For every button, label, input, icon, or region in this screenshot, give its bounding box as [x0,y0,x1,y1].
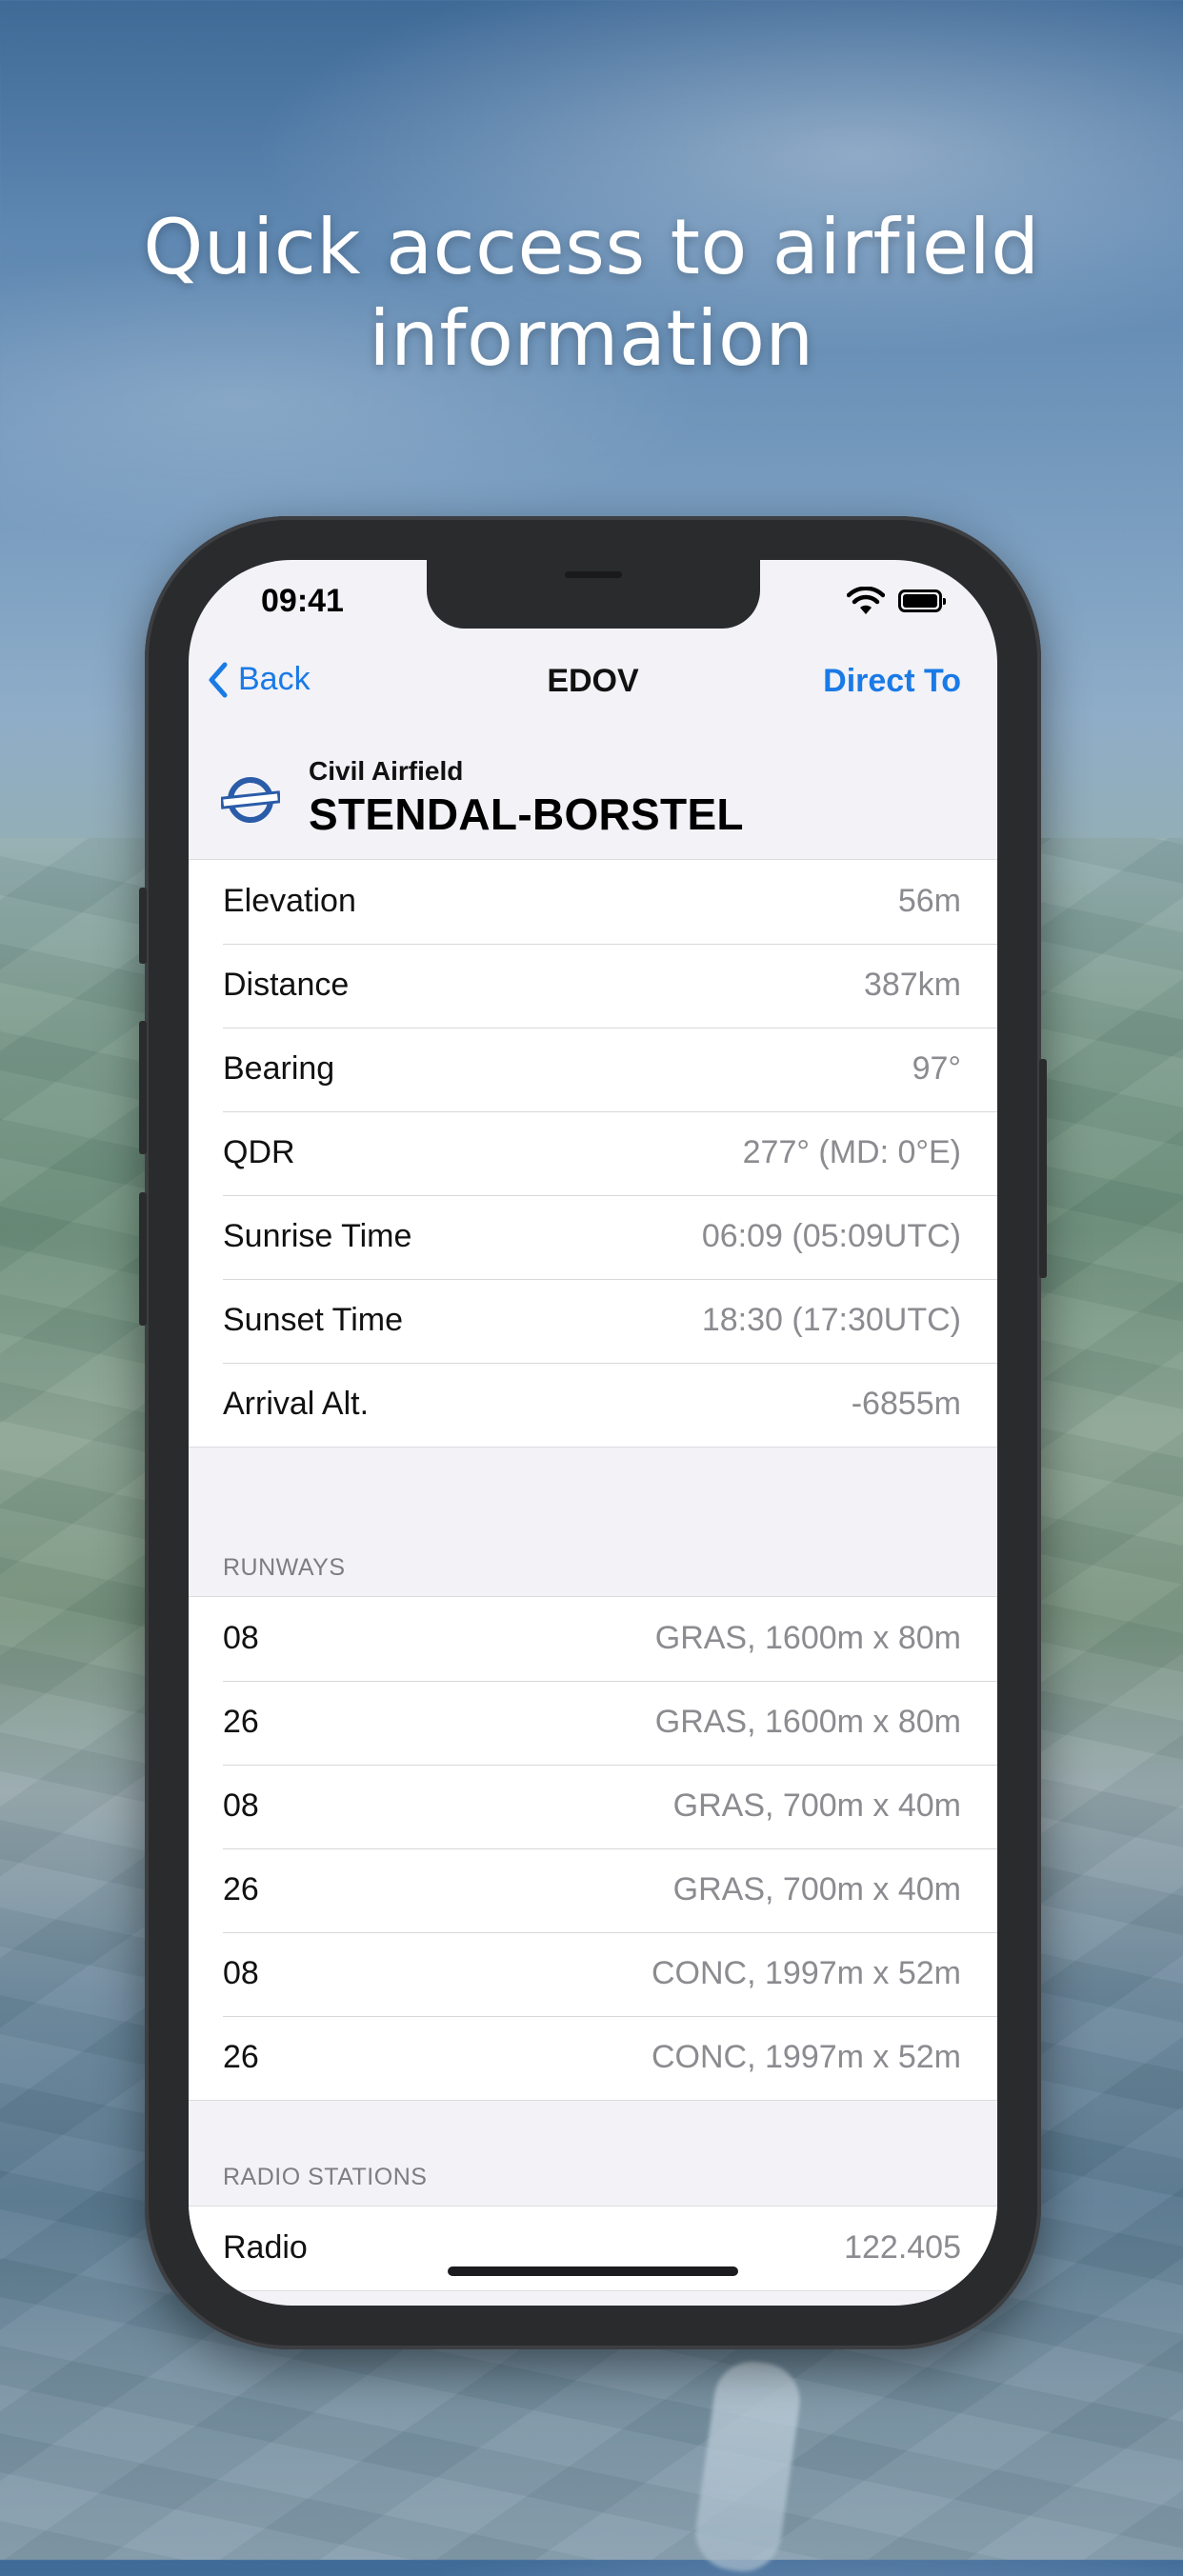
runway-designator: 08 [223,1787,259,1824]
airfield-category: Civil Airfield [309,756,464,786]
phone-frame: 09:41 Back EDOV Direct To Civil Airfield… [139,516,1047,2349]
headline: Quick access to airfield information [0,202,1183,385]
runway-details: GRAS, 700m x 40m [672,1871,961,1907]
runway-row[interactable]: 26 GRAS, 700m x 40m [189,1848,997,1932]
info-label: Elevation [223,883,356,919]
side-button [1039,1059,1047,1278]
info-label: Distance [223,967,350,1003]
info-value: -6855m [851,1386,961,1422]
runway-row[interactable]: 08 GRAS, 1600m x 80m [189,1597,997,1681]
civil-airfield-icon [221,777,280,823]
runway-details: CONC, 1997m x 52m [652,1955,961,1991]
runway-details: GRAS, 1600m x 80m [654,1704,961,1740]
info-row-sunset: Sunset Time 18:30 (17:30UTC) [189,1279,997,1363]
radio-list: Radio 122.405 [189,2206,997,2291]
info-row-elevation: Elevation 56m [189,860,997,944]
info-label: Arrival Alt. [223,1386,370,1422]
status-time: 09:41 [261,583,344,619]
info-label: Sunset Time [223,1302,403,1338]
notch [427,560,760,629]
battery-icon [898,589,946,612]
info-label: Sunrise Time [223,1218,412,1254]
runway-designator: 26 [223,1704,259,1740]
info-row-sunrise: Sunrise Time 06:09 (05:09UTC) [189,1195,997,1279]
info-value: 387km [863,967,961,1003]
runway-designator: 08 [223,1620,259,1656]
speaker [565,571,622,578]
runway-row[interactable]: 08 GRAS, 700m x 40m [189,1765,997,1848]
info-value: 97° [912,1050,961,1087]
info-label: Bearing [223,1050,335,1087]
info-row-distance: Distance 387km [189,944,997,1028]
headline-line-2: information [369,294,814,383]
airfield-header: Civil Airfield STENDAL-BORSTEL [189,737,997,849]
runway-designator: 26 [223,2039,259,2075]
radio-section-title: RADIO STATIONS [223,2164,428,2190]
runway-designator: 08 [223,1955,259,1991]
mute-switch [139,888,147,964]
wifi-icon [847,587,885,614]
home-indicator [448,2266,738,2276]
runway-details: CONC, 1997m x 52m [652,2039,961,2075]
radio-label: Radio [223,2229,308,2266]
info-row-qdr: QDR 277° (MD: 0°E) [189,1111,997,1195]
info-value: 277° (MD: 0°E) [742,1134,961,1170]
info-row-bearing: Bearing 97° [189,1028,997,1111]
navigation-bar: Back EDOV Direct To [189,646,997,718]
runway-row[interactable]: 26 GRAS, 1600m x 80m [189,1681,997,1765]
airfield-name: STENDAL-BORSTEL [309,789,744,839]
runway-details: GRAS, 700m x 40m [672,1787,961,1824]
runways-list: 08 GRAS, 1600m x 80m 26 GRAS, 1600m x 80… [189,1596,997,2101]
headline-line-1: Quick access to airfield [143,203,1040,291]
info-value: 18:30 (17:30UTC) [701,1302,961,1338]
info-row-arrival-alt: Arrival Alt. -6855m [189,1363,997,1447]
info-value: 56m [897,883,961,919]
radio-row[interactable]: Radio 122.405 [189,2207,997,2290]
info-label: QDR [223,1134,295,1170]
runway-row[interactable]: 26 CONC, 1997m x 52m [189,2016,997,2100]
runway-details: GRAS, 1600m x 80m [654,1620,961,1656]
status-icons [847,587,946,615]
direct-to-button[interactable]: Direct To [823,663,961,700]
info-list: Elevation 56m Distance 387km Bearing 97°… [189,859,997,1448]
runway-row[interactable]: 08 CONC, 1997m x 52m [189,1932,997,2016]
phone-screen: 09:41 Back EDOV Direct To Civil Airfield… [189,560,997,2306]
runways-section-title: RUNWAYS [223,1554,346,1581]
runway-designator: 26 [223,1871,259,1907]
volume-up-button [139,1021,147,1154]
info-value: 06:09 (05:09UTC) [701,1218,961,1254]
volume-down-button [139,1192,147,1326]
radio-frequency: 122.405 [844,2229,961,2266]
